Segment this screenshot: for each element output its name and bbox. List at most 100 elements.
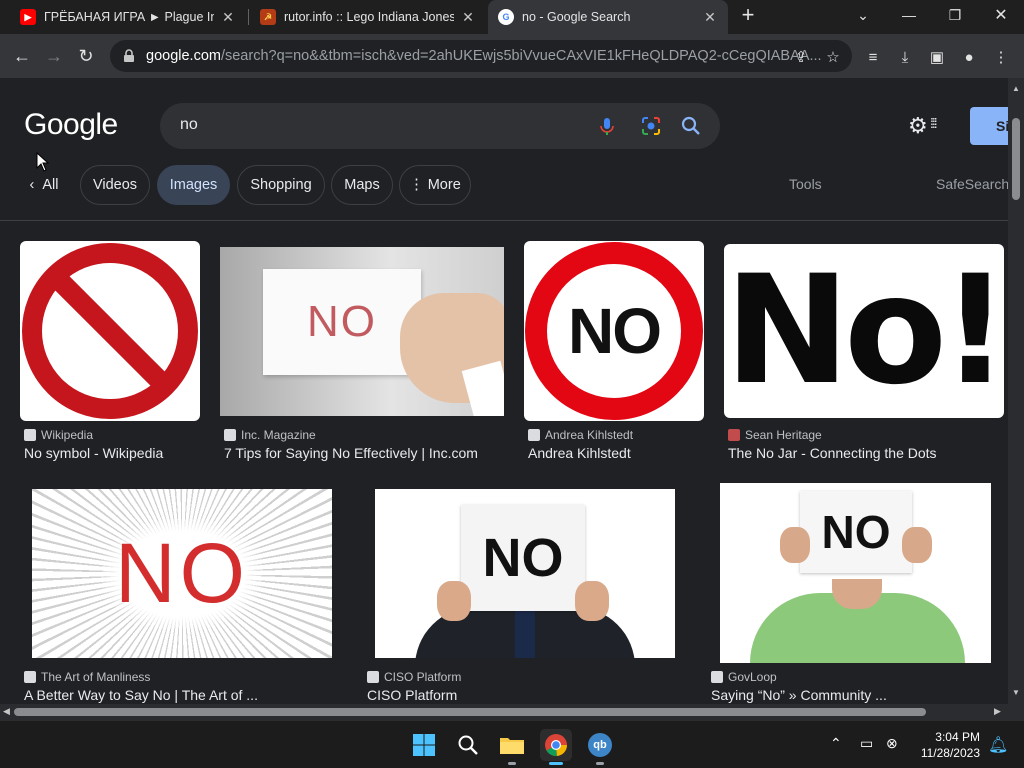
result-source[interactable]: The Art of Manliness [24,670,150,684]
reading-list-icon[interactable]: ≡ [862,46,884,68]
rutor-icon: ☭ [260,9,276,25]
result-caption[interactable]: The No Jar - Connecting the Dots [728,445,1004,461]
tab-search-icon[interactable]: ⌄ [840,0,886,30]
scroll-left-icon[interactable]: ◀ [3,706,10,717]
microphone-icon[interactable] [596,115,618,137]
source-name: Wikipedia [41,428,94,442]
chrome-icon[interactable] [540,729,572,765]
chip-videos[interactable]: Videos [80,165,150,205]
close-tab-icon[interactable]: ✕ [220,9,236,26]
youtube-icon: ▶ [20,9,36,25]
result-source[interactable]: Inc. Magazine [224,428,316,442]
file-explorer-icon[interactable] [496,729,528,765]
no-exclaim-text: No! [724,244,1005,418]
new-tab-button[interactable]: + [728,0,768,30]
no-exclaim-thumbnail[interactable]: No! [724,244,1004,418]
notification-bell-icon[interactable]: 🔔︎ [988,735,1008,755]
result-source[interactable]: Andrea Kihlstedt [528,428,633,442]
windows-logo [413,734,435,756]
lock-icon[interactable] [122,49,136,63]
chip-images[interactable]: Images [157,165,230,205]
safesearch-button[interactable]: SafeSearch [936,176,1008,192]
close-tab-icon[interactable]: ✕ [460,9,476,26]
vertical-scroll-thumb[interactable] [1012,118,1020,200]
scroll-right-icon[interactable]: ▶ [994,706,1001,717]
red-circle-no-thumbnail[interactable]: NO [524,241,704,421]
search-query[interactable]: no [180,116,198,134]
display-icon[interactable]: ▭ [860,735,873,752]
search-input[interactable]: no [160,103,720,149]
google-lens-icon[interactable] [640,115,662,137]
chip-more[interactable]: ⋮ More [399,165,471,205]
back-button[interactable]: ← [8,42,36,70]
close-tab-icon[interactable]: ✕ [702,9,718,26]
restore-button[interactable]: ❐ [932,0,978,30]
horizontal-scroll-thumb[interactable] [14,708,926,716]
result-source[interactable]: CISO Platform [367,670,461,684]
minimize-button[interactable]: — [886,0,932,30]
share-icon[interactable]: ⇪ [790,46,812,68]
chip-shopping[interactable]: Shopping [237,165,325,205]
result-source[interactable]: Sean Heritage [728,428,822,442]
google-icon: G [498,9,514,25]
network-icon[interactable]: ⊗ [886,735,898,752]
taskbar-search-icon[interactable] [452,729,484,761]
forward-button[interactable]: → [40,42,68,70]
burst-no-thumbnail[interactable]: NO [32,489,332,658]
result-caption[interactable]: CISO Platform [367,687,667,703]
tab-google-search[interactable]: G no - Google Search ✕ [488,0,728,34]
side-panel-icon[interactable]: ▣ [926,46,948,68]
result-caption[interactable]: Saying “No” » Community ... [711,687,1001,703]
address-bar[interactable]: google.com/search?q=no&&tbm=isch&ved=2ah… [110,40,852,72]
settings-and-apps[interactable]: ⚙ ⁞⁞⁞ [908,113,946,139]
chevron-up-icon[interactable]: ⌃ [830,735,842,752]
active-indicator [549,762,563,765]
gear-icon[interactable]: ⚙ [908,113,928,139]
close-window-button[interactable]: ✕ [978,0,1024,30]
result-caption[interactable]: A Better Way to Say No | The Art of ... [24,687,344,703]
apps-grid-icon[interactable]: ⁞⁞⁞ [930,115,938,131]
source-name: Andrea Kihlstedt [545,428,634,442]
horizontal-scrollbar[interactable]: ◀ ▶ [0,704,1024,720]
chip-label: Shopping [250,177,312,193]
tab-strip: ▶ ГРЁБАНАЯ ИГРА ► Plague Inc: Ev ✕ ☭ rut… [0,0,1024,34]
windows-taskbar: qb ⌃ ▭ ⊗ 3:04 PM 11/28/2023 🔔︎ [0,720,1024,768]
system-clock[interactable]: 3:04 PM 11/28/2023 [921,729,980,761]
windows-start-icon[interactable] [408,729,440,761]
tools-button[interactable]: Tools [789,176,822,192]
woman-no-thumbnail[interactable]: NO [720,483,991,663]
result-caption[interactable]: Andrea Kihlstedt [528,445,708,461]
download-icon[interactable]: ⤓ [894,46,916,68]
result-source[interactable]: Wikipedia [24,428,93,442]
result-source[interactable]: GovLoop [711,670,777,684]
scroll-down-icon[interactable]: ▼ [1012,688,1020,697]
no-symbol-image [22,243,198,419]
scroll-up-icon[interactable]: ▲ [1012,84,1020,93]
inc-magazine-icon [224,429,236,441]
hand-no-card-thumbnail[interactable]: NO [220,247,504,416]
bookmark-star-icon[interactable]: ☆ [822,46,844,68]
vertical-scrollbar[interactable]: ▲ ▼ [1008,78,1024,704]
sleeve-image [461,360,504,416]
tab-title: no - Google Search [522,10,631,24]
menu-icon[interactable]: ⋮ [990,46,1012,68]
sign-in-button[interactable]: Si [970,107,1008,145]
result-caption[interactable]: No symbol - Wikipedia [24,445,204,461]
google-logo[interactable]: Google [24,108,118,142]
profile-icon[interactable]: ● [958,46,980,68]
search-icon[interactable] [680,115,702,137]
suit-no-thumbnail[interactable]: NO [375,489,675,658]
no-symbol-thumbnail[interactable] [20,241,200,421]
source-name: The Art of Manliness [41,670,151,684]
andrea-kihlstedt-icon [528,429,540,441]
folder-glyph [500,738,524,754]
tab-rutor[interactable]: ☭ rutor.info :: Lego Indiana Jones 2 ✕ [250,0,486,34]
tab-youtube[interactable]: ▶ ГРЁБАНАЯ ИГРА ► Plague Inc: Ev ✕ [10,0,246,34]
qbittorrent-logo: qb [588,733,612,757]
qbittorrent-icon[interactable]: qb [584,729,616,765]
reload-button[interactable]: ↻ [72,42,100,70]
result-caption[interactable]: 7 Tips for Saying No Effectively | Inc.c… [224,445,504,461]
url-host: google.com [146,48,221,64]
chip-maps[interactable]: Maps [331,165,393,205]
source-name: GovLoop [728,670,777,684]
